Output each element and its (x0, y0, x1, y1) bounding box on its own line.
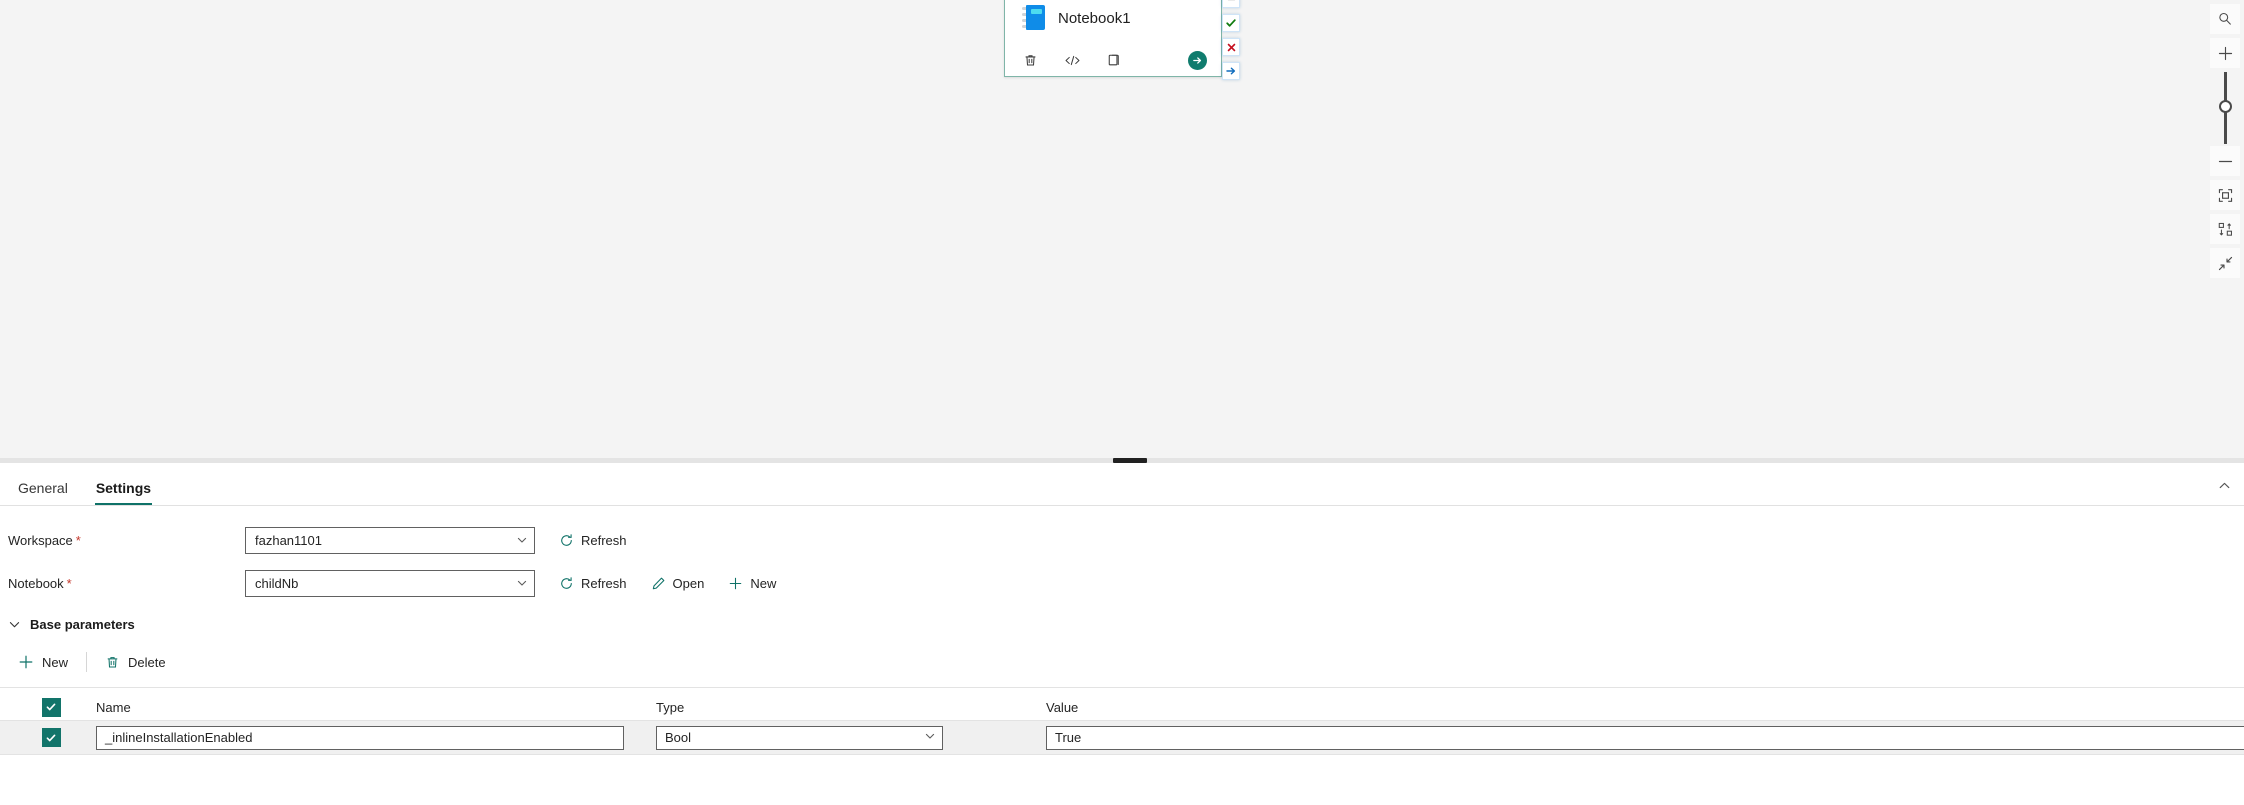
notebook-row: Notebook * childNb Refresh Open New (0, 568, 2244, 598)
notebook-open-label: Open (672, 575, 705, 591)
parameter-value-input[interactable]: True (1046, 725, 2244, 750)
zoom-slider[interactable] (2210, 72, 2240, 144)
node-output-handles (1222, 0, 1242, 80)
trash-icon[interactable] (1021, 51, 1040, 70)
canvas-toolbar (2210, 4, 2240, 282)
notebook-icon (1020, 4, 1046, 32)
chevron-down-icon (516, 534, 528, 546)
workspace-refresh-button[interactable]: Refresh (559, 533, 627, 548)
panel-tabs-row: General Settings (0, 463, 2244, 506)
workspace-refresh-label: Refresh (581, 532, 627, 548)
notebook-node-header: Notebook1 (1005, 0, 1221, 43)
activity-properties-panel: General Settings Workspace * fazhan1101 R… (0, 463, 2244, 805)
base-parameters-section-toggle[interactable]: Base parameters (0, 617, 2244, 632)
copy-icon[interactable] (1105, 51, 1124, 70)
column-header-type: Type (656, 699, 685, 715)
select-all-cell (0, 697, 96, 717)
workspace-value: fazhan1101 (255, 532, 322, 548)
notebook-activity-node[interactable]: Notebook1 (1004, 0, 1222, 77)
notebook-node-actions (1005, 43, 1221, 77)
plus-icon (18, 654, 34, 670)
panel-tabs: General Settings (0, 463, 2244, 505)
notebook-refresh-label: Refresh (581, 575, 627, 591)
pipeline-canvas[interactable]: Notebook1 (0, 0, 2244, 458)
parameter-type-value: Bool (665, 730, 692, 745)
parameter-name-input[interactable]: _inlineInstallationEnabled (96, 725, 624, 750)
chevron-down-icon (924, 729, 936, 747)
arrow-right-icon[interactable] (1222, 62, 1240, 80)
chevron-down-icon (8, 618, 21, 631)
toolbar-divider (86, 652, 88, 672)
notebook-refresh-button[interactable]: Refresh (559, 576, 627, 591)
notebook-label: Notebook * (8, 575, 72, 591)
trash-icon (105, 655, 120, 670)
required-marker: * (75, 532, 81, 548)
notebook-dropdown[interactable]: childNb (245, 569, 535, 597)
refresh-icon (559, 576, 574, 591)
chevron-up-icon[interactable] (2212, 473, 2236, 497)
arrow-right-circle-icon[interactable] (1188, 50, 1207, 70)
delete-parameter-button[interactable]: Delete (95, 651, 176, 674)
chevron-down-icon (516, 577, 528, 589)
minus-icon[interactable] (2210, 146, 2240, 176)
notebook-value: childNb (255, 575, 299, 591)
notebook-new-label: New (750, 575, 777, 591)
refresh-icon (559, 533, 574, 548)
notebook-node-title: Notebook1 (1058, 9, 1131, 27)
auto-align-icon[interactable] (2210, 214, 2240, 244)
plus-icon (728, 576, 743, 591)
row-select-cell (0, 728, 96, 747)
parameter-name-cell: _inlineInstallationEnabled (96, 725, 656, 750)
column-header-value: Value (1046, 699, 1079, 715)
delete-parameter-label: Delete (128, 654, 166, 670)
tab-settings[interactable]: Settings (82, 481, 165, 505)
parameter-type-dropdown[interactable]: Bool (656, 725, 943, 750)
workspace-row: Workspace * fazhan1101 Refresh (0, 525, 2244, 555)
table-row: _inlineInstallationEnabled Bool True Tre… (0, 720, 2244, 755)
table-header-row: Name Type Value (0, 687, 2244, 720)
check-icon[interactable] (1222, 14, 1240, 32)
new-parameter-button[interactable]: New (8, 650, 78, 674)
workspace-label: Workspace * (8, 532, 81, 548)
workspace-dropdown[interactable]: fazhan1101 (245, 526, 535, 554)
plus-icon[interactable] (2210, 38, 2240, 68)
parameter-value-cell: True Treat as null (1046, 725, 2244, 750)
cross-icon[interactable] (1222, 38, 1240, 56)
notebook-open-button[interactable]: Open (651, 575, 705, 591)
parameter-type-cell: Bool (656, 725, 1046, 750)
row-select-checkbox[interactable] (41, 728, 61, 747)
notebook-new-button[interactable]: New (728, 576, 776, 591)
select-all-checkbox[interactable] (41, 697, 61, 717)
pencil-icon (651, 576, 666, 591)
tab-general[interactable]: General (4, 481, 82, 505)
fit-to-screen-icon[interactable] (2210, 180, 2240, 210)
skip-icon[interactable] (1222, 0, 1240, 8)
zoom-slider-thumb[interactable] (2219, 100, 2232, 113)
required-marker: * (66, 575, 72, 591)
collapse-arrows-icon[interactable] (2210, 248, 2240, 278)
search-icon[interactable] (2210, 4, 2240, 34)
new-parameter-label: New (42, 654, 69, 670)
base-parameters-toolbar: New Delete (0, 648, 2244, 676)
column-header-name: Name (96, 699, 131, 715)
code-icon[interactable] (1063, 51, 1082, 70)
base-parameters-table: Name Type Value _inlineInstallationEnabl… (0, 687, 2244, 755)
base-parameters-title: Base parameters (30, 617, 135, 632)
